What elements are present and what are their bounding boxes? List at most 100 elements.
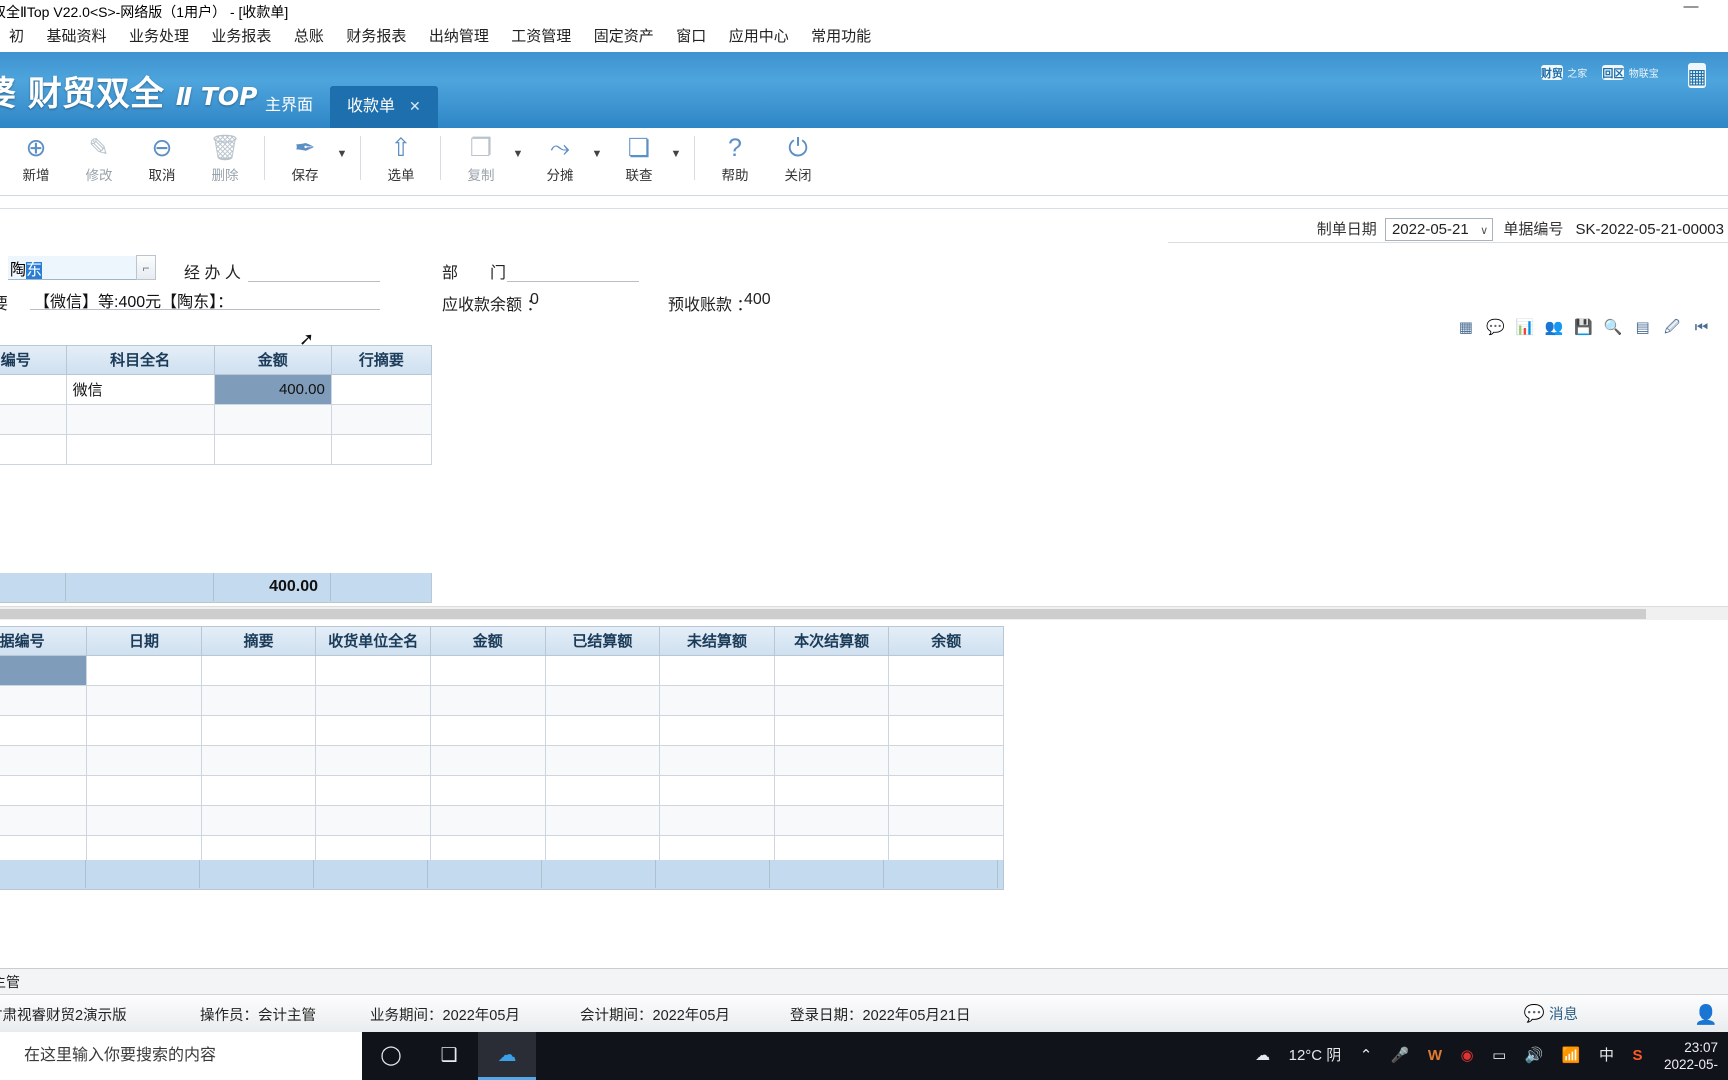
cell-account-code[interactable] bbox=[0, 434, 67, 465]
link-query-dropdown-caret-icon[interactable]: ▼ bbox=[670, 128, 686, 194]
message-button[interactable]: 💬 消息 bbox=[1524, 1003, 1578, 1024]
menu-item-10[interactable]: 应用中心 bbox=[720, 24, 798, 50]
cell-line-memo[interactable] bbox=[331, 374, 433, 405]
cancel-button[interactable]: ⊖ 取消 bbox=[130, 128, 193, 194]
cell-unsettled[interactable] bbox=[659, 805, 775, 836]
chart-icon[interactable]: 📊 bbox=[1512, 318, 1537, 338]
wps-tray-icon[interactable]: W bbox=[1421, 1032, 1449, 1080]
cortana-icon[interactable]: ◯ bbox=[362, 1032, 420, 1080]
weather-tray-text[interactable]: 12°C 阴 bbox=[1282, 1032, 1349, 1080]
col-settled[interactable]: 已结算额 bbox=[545, 627, 661, 656]
cell-receiver-unit[interactable] bbox=[315, 775, 432, 806]
cell-doc-no[interactable] bbox=[0, 655, 88, 686]
ime-tray-icon[interactable]: 中 bbox=[1592, 1032, 1621, 1080]
cell-unsettled[interactable] bbox=[659, 775, 775, 806]
mic-tray-icon[interactable]: 🎤 bbox=[1384, 1032, 1417, 1080]
cell-settled[interactable] bbox=[545, 715, 661, 746]
cell-amount[interactable] bbox=[214, 404, 332, 435]
cell-memo[interactable] bbox=[201, 805, 317, 836]
col-account-name[interactable]: 科目全名 bbox=[66, 346, 215, 375]
cell-doc-no[interactable] bbox=[0, 715, 88, 746]
calendar-icon[interactable]: ▦ bbox=[1666, 63, 1728, 90]
cell-settled[interactable] bbox=[545, 805, 661, 836]
user-button[interactable]: 👤 bbox=[1694, 1003, 1718, 1027]
battery-tray-icon[interactable]: ▭ bbox=[1485, 1032, 1513, 1080]
taskbar-clock[interactable]: 23:07 2022-05- bbox=[1654, 1032, 1728, 1080]
copy-button[interactable]: ❐ 复制 bbox=[449, 128, 512, 194]
cell-doc-no[interactable] bbox=[0, 775, 88, 806]
col-memo[interactable]: 摘要 bbox=[201, 627, 317, 656]
cell-balance[interactable] bbox=[888, 805, 1004, 836]
menu-item-2[interactable]: 业务处理 bbox=[120, 24, 198, 50]
cell-settled[interactable] bbox=[545, 655, 661, 686]
table-row[interactable] bbox=[0, 685, 1004, 716]
cell-date[interactable] bbox=[86, 685, 202, 716]
cell-balance[interactable] bbox=[888, 775, 1004, 806]
table-row[interactable] bbox=[0, 715, 1004, 746]
cell-account-name[interactable] bbox=[66, 404, 215, 435]
menu-item-7[interactable]: 工资管理 bbox=[502, 24, 580, 50]
cell-balance[interactable] bbox=[888, 655, 1004, 686]
allocate-dropdown-caret-icon[interactable]: ▼ bbox=[591, 128, 607, 194]
cell-settled[interactable] bbox=[545, 685, 661, 716]
cell-memo[interactable] bbox=[201, 655, 317, 686]
cell-balance[interactable] bbox=[888, 685, 1004, 716]
menu-item-11[interactable]: 常用功能 bbox=[802, 24, 880, 50]
col-doc-no[interactable]: 单据编号 bbox=[0, 627, 88, 656]
volume-tray-icon[interactable]: 🔊 bbox=[1518, 1032, 1551, 1080]
cell-unsettled[interactable] bbox=[659, 655, 775, 686]
handler-input[interactable] bbox=[248, 260, 380, 282]
taskbar-search-input[interactable]: 在这里输入你要搜索的内容 bbox=[0, 1032, 362, 1080]
table-row[interactable]: 201 微信 400.00 bbox=[0, 374, 433, 405]
comment-icon[interactable]: 💬 bbox=[1483, 318, 1508, 338]
copy-dropdown-caret-icon[interactable]: ▼ bbox=[512, 128, 528, 194]
col-current-settlement[interactable]: 本次结算额 bbox=[774, 627, 890, 656]
make-date-select[interactable]: 2022-05-21 ∨ bbox=[1384, 218, 1494, 241]
save-button[interactable]: ✒ 保存 bbox=[273, 128, 336, 194]
audio-app-tray-icon[interactable]: ◉ bbox=[1454, 1032, 1481, 1080]
edit-button[interactable]: ✎ 修改 bbox=[67, 128, 130, 194]
delete-button[interactable]: 🗑 删除 bbox=[193, 128, 256, 194]
menu-item-6[interactable]: 出纳管理 bbox=[420, 24, 498, 50]
org-icon[interactable]: 👥 bbox=[1542, 318, 1567, 338]
cell-settled[interactable] bbox=[545, 775, 661, 806]
col-amount[interactable]: 金额 bbox=[214, 346, 332, 375]
sogou-tray-icon[interactable]: S bbox=[1625, 1032, 1649, 1080]
table-row[interactable] bbox=[0, 434, 433, 465]
app-taskbar-icon[interactable]: ☁ bbox=[478, 1032, 536, 1080]
cell-amount[interactable] bbox=[214, 434, 332, 465]
col-balance[interactable]: 余额 bbox=[888, 627, 1004, 656]
cell-balance[interactable] bbox=[888, 715, 1004, 746]
dept-input[interactable] bbox=[507, 260, 639, 282]
table-row[interactable] bbox=[0, 404, 433, 435]
col-line-memo[interactable]: 行摘要 bbox=[331, 346, 433, 375]
collapse-icon[interactable]: ⏮ bbox=[1689, 318, 1714, 338]
cell-account-code[interactable]: 201 bbox=[0, 374, 67, 405]
menu-item-9[interactable]: 窗口 bbox=[667, 24, 715, 50]
cell-unsettled[interactable] bbox=[659, 745, 775, 776]
grid-view-icon[interactable]: ▦ bbox=[1453, 318, 1478, 338]
cell-date[interactable] bbox=[86, 655, 202, 686]
col-unsettled[interactable]: 未结算额 bbox=[659, 627, 775, 656]
cell-receiver-unit[interactable] bbox=[315, 685, 432, 716]
cell-balance[interactable] bbox=[888, 745, 1004, 776]
cell-doc-no[interactable] bbox=[0, 745, 88, 776]
save-dropdown-caret-icon[interactable]: ▼ bbox=[336, 128, 352, 194]
cell-current-settlement[interactable] bbox=[774, 685, 890, 716]
col-account-code[interactable]: 目编号 bbox=[0, 346, 67, 375]
cell-doc-no[interactable] bbox=[0, 685, 88, 716]
cell-account-code[interactable] bbox=[0, 404, 67, 435]
col-amount[interactable]: 金额 bbox=[430, 627, 546, 656]
horizontal-scrollbar[interactable] bbox=[0, 606, 1728, 620]
table-row[interactable] bbox=[0, 805, 1004, 836]
cell-date[interactable] bbox=[86, 745, 202, 776]
cell-current-settlement[interactable] bbox=[774, 745, 890, 776]
allocate-button[interactable]: ⤳ 分摊 bbox=[528, 128, 591, 194]
cell-current-settlement[interactable] bbox=[774, 715, 890, 746]
cell-line-memo[interactable] bbox=[331, 404, 433, 435]
cell-unsettled[interactable] bbox=[659, 715, 775, 746]
cell-doc-no[interactable] bbox=[0, 805, 88, 836]
unit-picker-button[interactable]: ⌐ bbox=[136, 255, 156, 280]
table-row[interactable] bbox=[0, 745, 1004, 776]
help-button[interactable]: ? 帮助 bbox=[703, 128, 766, 194]
